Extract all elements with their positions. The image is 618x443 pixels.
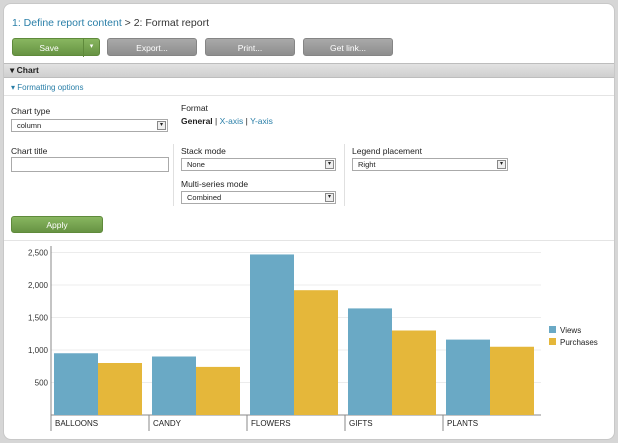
format-tab-yaxis[interactable]: Y-axis: [250, 116, 273, 126]
bar-views-flowers: [250, 254, 294, 415]
bar-purchases-candy: [196, 366, 240, 415]
dropdown-arrow-icon: ▾: [325, 193, 334, 202]
stack-mode-label: Stack mode: [181, 146, 226, 156]
print-button[interactable]: Print...: [205, 38, 295, 56]
bar-views-plants: [446, 339, 490, 415]
legend-placement-value: Right: [358, 160, 376, 169]
legend-swatch-views: [549, 326, 556, 333]
format-tab-xaxis[interactable]: X-axis: [220, 116, 244, 126]
report-window: 1: Define report content > 2: Format rep…: [3, 3, 615, 440]
breadcrumb: 1: Define report content > 2: Format rep…: [12, 17, 209, 29]
breadcrumb-step2: 2: Format report: [133, 17, 209, 29]
format-tab-separator: |: [245, 116, 248, 126]
divider: [4, 95, 614, 96]
legend-swatch-purchases: [549, 338, 556, 345]
export-button[interactable]: Export...: [107, 38, 197, 56]
format-label: Format: [181, 103, 208, 113]
dropdown-arrow-icon: ▾: [157, 121, 166, 130]
breadcrumb-separator: >: [124, 17, 131, 29]
chart-type-select[interactable]: column ▾: [11, 119, 168, 132]
legend-label-views: Views: [560, 326, 581, 335]
apply-button[interactable]: Apply: [11, 216, 103, 233]
chevron-down-icon: ▾: [10, 65, 15, 75]
chart-type-label: Chart type: [11, 106, 51, 116]
stack-mode-value: None: [187, 160, 205, 169]
legend-label-purchases: Purchases: [560, 338, 598, 347]
legend-placement-label: Legend placement: [352, 146, 422, 156]
y-tick-label: 1,000: [28, 346, 49, 355]
x-tick-label: CANDY: [153, 419, 182, 428]
stack-mode-select[interactable]: None ▾: [181, 158, 336, 171]
x-tick-label: PLANTS: [447, 419, 478, 428]
column-divider: [344, 144, 345, 206]
bar-purchases-plants: [490, 346, 534, 415]
multi-series-label: Multi-series mode: [181, 179, 249, 189]
formatting-options-label: Formatting options: [17, 83, 84, 92]
dropdown-arrow-icon: ▾: [497, 160, 506, 169]
chart-title-input[interactable]: [11, 157, 169, 172]
y-tick-label: 500: [35, 379, 49, 388]
chart-section-title: Chart: [16, 65, 39, 75]
chevron-down-icon: ▾: [11, 83, 16, 92]
format-tabs: General | X-axis | Y-axis: [181, 116, 273, 126]
save-dropdown-icon[interactable]: ▾: [83, 39, 99, 57]
x-tick-label: BALLOONS: [55, 419, 98, 428]
format-tab-general[interactable]: General: [181, 116, 213, 126]
legend-placement-select[interactable]: Right ▾: [352, 158, 508, 171]
get-link-button[interactable]: Get link...: [303, 38, 393, 56]
bar-views-gifts: [348, 308, 392, 415]
bar-purchases-gifts: [392, 330, 436, 415]
breadcrumb-step1-link[interactable]: 1: Define report content: [12, 17, 122, 29]
x-tick-label: FLOWERS: [251, 419, 291, 428]
chart-section-header[interactable]: ▾ Chart: [4, 63, 614, 78]
x-tick-label: GIFTS: [349, 419, 373, 428]
multi-series-select[interactable]: Combined ▾: [181, 191, 336, 204]
y-tick-label: 2,000: [28, 281, 49, 290]
multi-series-value: Combined: [187, 193, 222, 202]
bar-purchases-flowers: [294, 290, 338, 415]
bar-purchases-balloons: [98, 363, 142, 415]
format-tab-separator: |: [215, 116, 218, 126]
dropdown-arrow-icon: ▾: [325, 160, 334, 169]
divider: [4, 240, 614, 241]
column-divider: [173, 144, 174, 206]
bar-views-candy: [152, 356, 196, 415]
column-chart: 2,500 2,000 1,500 1,000 500 BALLOONS CANDY FLOW…: [28, 246, 598, 431]
formatting-options-toggle[interactable]: ▾ Formatting options: [11, 83, 84, 92]
bar-views-balloons: [54, 353, 98, 415]
y-tick-label: 2,500: [28, 249, 49, 258]
y-tick-label: 1,500: [28, 314, 49, 323]
save-button[interactable]: Save ▾: [12, 38, 100, 57]
chart-title-label: Chart title: [11, 146, 48, 156]
save-button-label: Save: [39, 43, 59, 53]
chart-type-value: column: [17, 121, 42, 130]
